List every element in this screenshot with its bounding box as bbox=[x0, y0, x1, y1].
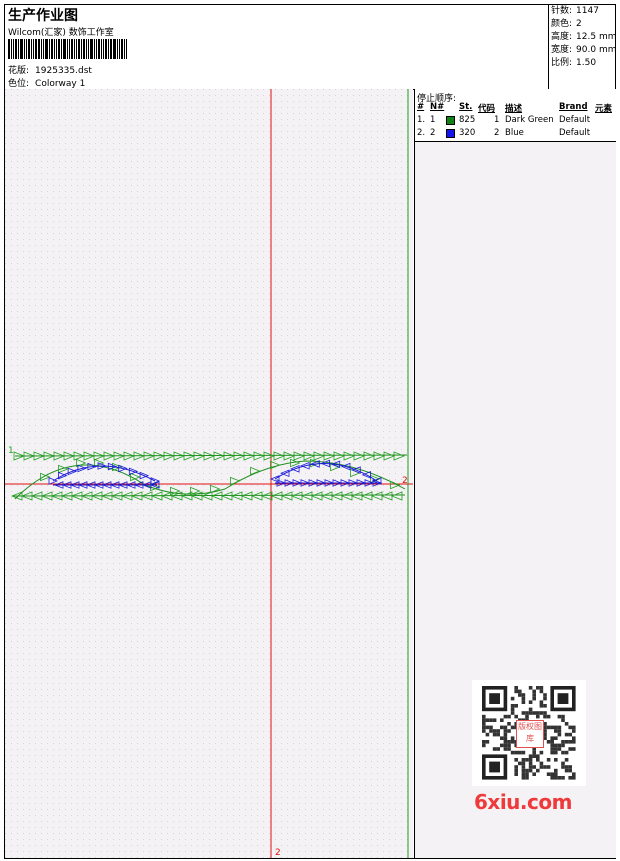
stat-stitches: 针数: 1147 bbox=[551, 6, 599, 16]
color-swatch-blue bbox=[446, 129, 455, 138]
stitch-preview-canvas: 1 2 2 bbox=[5, 89, 413, 858]
start-marker: 1 bbox=[8, 446, 14, 456]
col-st: St. bbox=[459, 102, 473, 112]
stop-sequence-head: 停止顺序: # N# St. 代码 描述 Brand 元素 1. 1 825 1 bbox=[415, 89, 616, 142]
stop-sequence-table: # N# St. 代码 描述 Brand 元素 1. 1 825 1 Dark … bbox=[417, 102, 614, 141]
site-watermark: 6xiu.com bbox=[474, 790, 572, 814]
table-header-row: # N# St. 代码 描述 Brand 元素 bbox=[417, 102, 614, 115]
worksheet-header: 生产作业图 Wilcom(汇家) 数饰工作室 花版: 1925335.dst 色位… bbox=[5, 5, 616, 90]
stitch-preview-svg: 1 2 2 bbox=[5, 89, 413, 858]
stat-height: 高度: 12.5 mm bbox=[551, 32, 617, 42]
worksheet-title: 生产作业图 bbox=[8, 8, 78, 24]
qr-stamp: 版权图库 bbox=[516, 720, 544, 748]
col-n: N# bbox=[430, 102, 445, 112]
color-swatch-dark-green bbox=[446, 116, 455, 125]
table-row: 1. 1 825 1 Dark Green Default bbox=[417, 115, 591, 125]
design-stats: 针数: 1147 颜色: 2 高度: 12.5 mm 宽度: 90.0 mm 比例: 1.… bbox=[548, 5, 616, 89]
col-brand: Brand bbox=[559, 102, 588, 112]
table-row: 2. 2 320 2 Blue Default bbox=[417, 128, 591, 138]
qr-code-watermark: 版权图库 bbox=[472, 680, 586, 786]
stat-width: 宽度: 90.0 mm bbox=[551, 45, 617, 55]
col-code: 代码 bbox=[478, 104, 496, 114]
colorway-name: Colorway 1 bbox=[35, 79, 86, 89]
barcode bbox=[8, 39, 144, 59]
design-label: 花版: bbox=[8, 66, 30, 76]
end-marker-right: 2 bbox=[402, 476, 408, 486]
col-desc: 描述 bbox=[505, 104, 523, 114]
design-file-name: 1925335.dst bbox=[35, 66, 92, 76]
col-index: # bbox=[417, 102, 425, 112]
design-file-line: 花版: 1925335.dst bbox=[8, 63, 92, 76]
stat-colors: 颜色: 2 bbox=[551, 19, 582, 29]
stat-scale: 比例: 1.50 bbox=[551, 58, 597, 68]
colorway-line: 色位: Colorway 1 bbox=[8, 76, 85, 89]
studio-name: Wilcom(汇家) 数饰工作室 bbox=[8, 28, 114, 38]
col-element: 元素 bbox=[595, 104, 613, 114]
colorway-label: 色位: bbox=[8, 79, 30, 89]
end-marker-bottom: 2 bbox=[275, 848, 281, 858]
